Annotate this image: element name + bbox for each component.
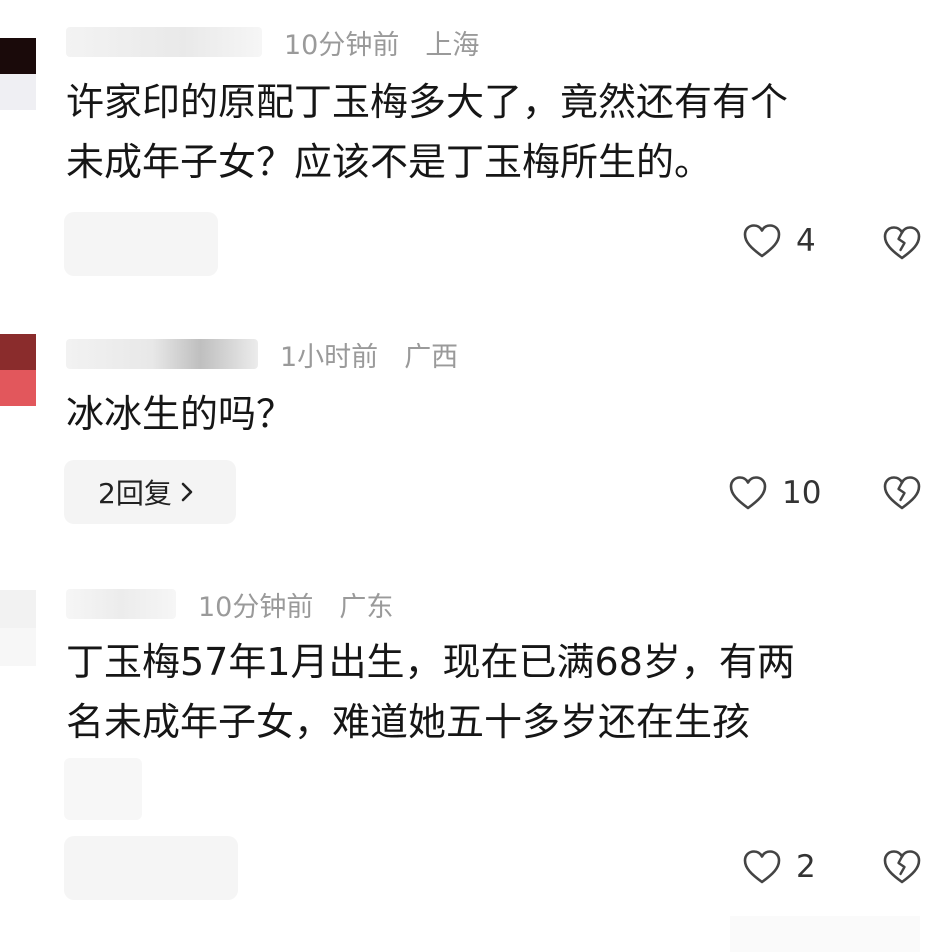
avatar[interactable]: [0, 38, 36, 110]
like-button[interactable]: 4: [742, 222, 816, 260]
heart-icon: [742, 848, 782, 886]
reply-placeholder[interactable]: [64, 212, 218, 276]
comment-text-line: 许家印的原配丁玉梅多大了，竟然还有有个: [66, 80, 789, 124]
heart-icon: [728, 474, 768, 512]
heart-icon: [742, 222, 782, 260]
comment-text: 冰冰生的吗？: [66, 384, 916, 444]
comment-text-line: 丁玉梅57年1月出生，现在已满68岁，有两: [66, 640, 795, 684]
next-comment-placeholder: [730, 916, 920, 952]
comment-text-line: 未成年子女？应该不是丁玉梅所生的。: [66, 140, 713, 184]
comment-meta: 1小时前 广西: [66, 336, 459, 373]
like-button[interactable]: 10: [728, 474, 821, 512]
avatar[interactable]: [0, 334, 36, 406]
like-count: 2: [796, 849, 816, 885]
comment-location: 上海: [425, 29, 480, 61]
like-count: 4: [796, 223, 816, 259]
like-count: 10: [782, 475, 822, 511]
chevron-right-icon: [180, 481, 194, 503]
dislike-button[interactable]: [882, 474, 922, 512]
comment-time: 1小时前: [280, 341, 379, 373]
broken-heart-icon: [882, 474, 922, 512]
comment-text: 许家印的原配丁玉梅多大了，竟然还有有个 未成年子女？应该不是丁玉梅所生的。: [66, 72, 916, 192]
comment-location: 广东: [339, 591, 394, 623]
comment-meta: 10分钟前 上海: [66, 24, 480, 61]
comment-text-line: 冰冰生的吗？: [66, 392, 295, 436]
username[interactable]: [66, 589, 176, 619]
reply-placeholder[interactable]: [64, 836, 238, 900]
replies-button[interactable]: 2回复: [64, 460, 236, 524]
avatar[interactable]: [0, 590, 36, 666]
like-button[interactable]: 2: [742, 848, 816, 886]
username[interactable]: [66, 27, 262, 57]
broken-heart-icon: [882, 224, 922, 262]
comment-meta: 10分钟前 广东: [66, 586, 394, 623]
comment-time: 10分钟前: [284, 29, 400, 61]
reply-count-label: 2回复: [98, 477, 172, 510]
dislike-button[interactable]: [882, 224, 922, 262]
username[interactable]: [66, 339, 258, 369]
image-placeholder[interactable]: [64, 758, 142, 820]
comment-text-line: 名未成年子女，难道她五十多岁还在生孩: [66, 700, 751, 744]
comment-location: 广西: [404, 341, 459, 373]
broken-heart-icon: [882, 848, 922, 886]
comment-time: 10分钟前: [198, 591, 314, 623]
comment-text: 丁玉梅57年1月出生，现在已满68岁，有两 名未成年子女，难道她五十多岁还在生孩: [66, 632, 916, 752]
dislike-button[interactable]: [882, 848, 922, 886]
